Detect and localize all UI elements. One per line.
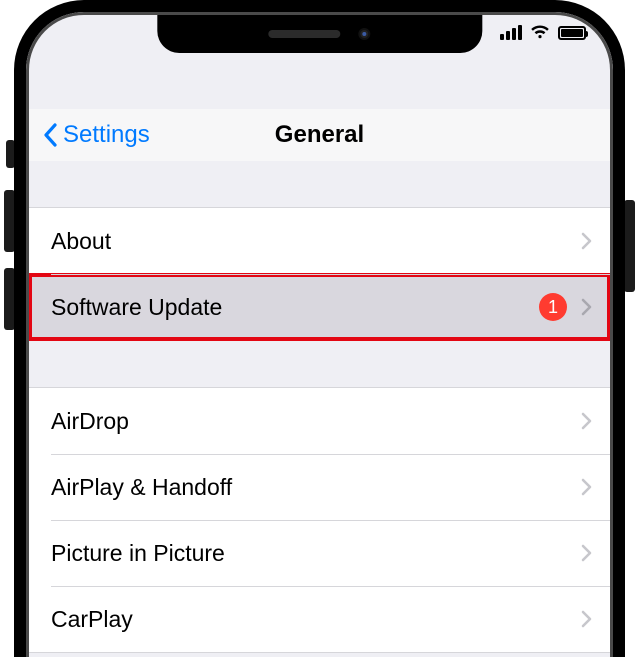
battery-icon (558, 26, 586, 40)
cellular-signal-icon (500, 25, 522, 40)
row-label: Software Update (51, 294, 539, 321)
row-picture-in-picture[interactable]: Picture in Picture (29, 520, 610, 586)
page-title: General (275, 121, 364, 149)
row-airplay-handoff[interactable]: AirPlay & Handoff (29, 454, 610, 520)
speaker-grille (268, 30, 340, 38)
chevron-right-icon (581, 298, 592, 316)
back-label: Settings (63, 121, 150, 149)
notification-badge: 1 (539, 293, 567, 321)
row-label: AirDrop (51, 408, 581, 435)
wifi-icon (530, 25, 550, 40)
row-airdrop[interactable]: AirDrop (29, 388, 610, 454)
notch (157, 15, 482, 53)
back-button[interactable]: Settings (43, 121, 275, 149)
chevron-right-icon (581, 610, 592, 628)
row-label: About (51, 228, 581, 255)
row-software-update[interactable]: Software Update 1 (29, 274, 610, 340)
row-about[interactable]: About (29, 208, 610, 274)
row-label: AirPlay & Handoff (51, 474, 581, 501)
front-camera (358, 28, 370, 40)
device-frame: Settings General About Software Update 1 (14, 0, 625, 657)
row-label: Picture in Picture (51, 540, 581, 567)
chevron-right-icon (581, 412, 592, 430)
chevron-right-icon (581, 544, 592, 562)
settings-group-1: About Software Update 1 (29, 207, 610, 341)
navigation-bar: Settings General (29, 109, 610, 161)
row-label: CarPlay (51, 606, 581, 633)
power-button (624, 200, 635, 292)
chevron-left-icon (43, 123, 59, 147)
chevron-right-icon (581, 478, 592, 496)
status-bar (500, 25, 586, 40)
settings-group-2: AirDrop AirPlay & Handoff Picture in Pic… (29, 387, 610, 653)
row-carplay[interactable]: CarPlay (29, 586, 610, 652)
chevron-right-icon (581, 232, 592, 250)
section-spacer (29, 161, 610, 207)
section-spacer (29, 341, 610, 387)
